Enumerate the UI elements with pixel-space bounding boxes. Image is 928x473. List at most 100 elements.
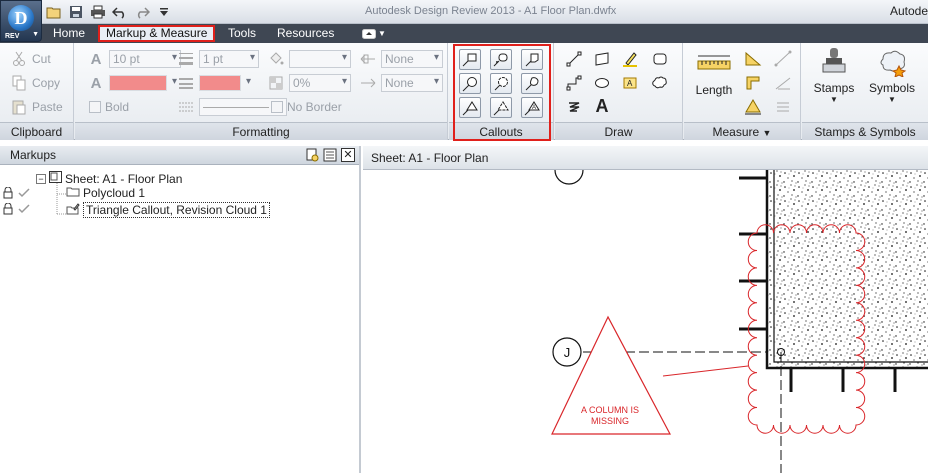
collapse-icon[interactable]: − xyxy=(36,173,46,184)
arrow-start-value: None xyxy=(385,52,414,66)
drawing-view[interactable]: Sheet: A1 - Floor Plan J A COLUMN IS MIS… xyxy=(363,146,928,473)
ribbon-minimize-button[interactable]: ▼ xyxy=(362,28,386,39)
bold-checkbox-row[interactable]: Bold xyxy=(89,97,129,117)
markup-properties-icon[interactable] xyxy=(305,148,319,162)
tab-markup-measure[interactable]: Markup & Measure xyxy=(98,25,216,42)
window-title: Autodesk Design Review 2013 - A1 Floor P… xyxy=(365,5,617,17)
text-highlight-tool-button[interactable]: A xyxy=(619,72,641,93)
measure-panel-label: Measure xyxy=(712,125,760,139)
arrow-start-select[interactable]: None xyxy=(381,50,443,68)
save-icon[interactable] xyxy=(68,4,84,20)
text-color-control: A xyxy=(87,73,177,93)
triangle-cloud-callout-button[interactable] xyxy=(490,97,512,118)
arrow-end-select[interactable]: None xyxy=(381,74,443,92)
triangle-text-callout-button[interactable]: A xyxy=(521,97,543,118)
print-icon[interactable] xyxy=(90,4,106,20)
angle-tool-button[interactable] xyxy=(742,48,764,69)
application-menu-button[interactable]: D REV ▼ xyxy=(0,0,42,42)
area-polygon-icon xyxy=(745,98,761,114)
fill-control xyxy=(267,49,351,69)
floor-plan-canvas[interactable]: J A COLUMN IS MISSING xyxy=(363,170,928,473)
bold-label: Bold xyxy=(105,100,130,114)
line-color-swatch[interactable] xyxy=(199,75,251,91)
ellipse-cloud-callout-button[interactable] xyxy=(490,73,512,94)
check-icon[interactable] xyxy=(18,203,30,218)
bold-checkbox[interactable] xyxy=(89,101,101,113)
symbols-button[interactable]: Symbols ▼ xyxy=(866,47,918,104)
polyline-tool-button[interactable] xyxy=(563,72,585,93)
callouts-panel: A Callouts xyxy=(449,43,554,140)
folder-icon xyxy=(66,186,80,200)
markup-list-icon[interactable] xyxy=(323,148,337,162)
qat-dropdown-icon[interactable] xyxy=(156,4,172,20)
line-weight-icon xyxy=(177,50,195,68)
stamps-button[interactable]: Stamps ▼ xyxy=(810,47,858,104)
text-tool-button[interactable]: A xyxy=(591,96,613,117)
callout-text-line-2: MISSING xyxy=(591,416,629,426)
item-status-icons xyxy=(3,202,30,218)
transparency-select[interactable]: 0% xyxy=(289,74,351,92)
length-button[interactable]: Length xyxy=(692,53,736,97)
tree-item-polycloud[interactable]: Polycloud 1 xyxy=(66,186,145,200)
check-icon[interactable] xyxy=(18,187,30,202)
line-weight-select[interactable]: 1 pt xyxy=(199,50,259,68)
calibrate-tool-button[interactable] xyxy=(772,48,794,69)
paste-button[interactable]: Paste xyxy=(10,97,63,117)
open-folder-icon[interactable] xyxy=(46,4,62,20)
area-tool-button[interactable] xyxy=(742,72,764,93)
rectangle-callout-button[interactable] xyxy=(459,49,481,70)
area-polygon-tool-button[interactable] xyxy=(742,96,764,117)
cut-button[interactable]: Cut xyxy=(10,49,51,69)
redo-icon[interactable] xyxy=(134,4,150,20)
rounded-rect-tool-button[interactable] xyxy=(649,48,671,69)
ellipse-tool-button[interactable] xyxy=(591,72,613,93)
triangle-callout-icon xyxy=(462,100,478,115)
highlighter-tool-button[interactable] xyxy=(619,48,641,69)
undo-icon[interactable] xyxy=(112,4,128,20)
polycloud-callout-icon xyxy=(525,76,539,90)
cloud-callout-button[interactable] xyxy=(490,49,512,70)
polycloud-callout-button[interactable] xyxy=(521,73,543,94)
measure-settings-button[interactable] xyxy=(772,72,794,93)
no-border-checkbox[interactable] xyxy=(271,101,283,113)
tree-item-sheet[interactable]: − Sheet: A1 - Floor Plan xyxy=(36,171,182,186)
cloud-callout-icon xyxy=(493,53,508,66)
transparency-control: 0% xyxy=(267,73,351,93)
freehand-tool-button[interactable] xyxy=(563,96,585,117)
no-border-checkbox-row[interactable]: No Border xyxy=(271,97,342,117)
svg-text:A: A xyxy=(532,105,536,111)
rectangle-tool-button[interactable] xyxy=(591,48,613,69)
chevron-down-icon: ▼ xyxy=(830,95,838,104)
fill-select[interactable] xyxy=(289,50,351,68)
lock-icon[interactable] xyxy=(3,186,13,202)
tab-home[interactable]: Home xyxy=(47,25,91,42)
tab-resources[interactable]: Resources xyxy=(271,25,340,42)
cut-label: Cut xyxy=(32,52,51,66)
sheet-icon xyxy=(49,171,62,186)
copy-label: Copy xyxy=(32,76,61,90)
svg-text:A: A xyxy=(627,79,633,88)
clipboard-panel-title: Clipboard xyxy=(0,122,73,140)
text-color-swatch[interactable] xyxy=(109,75,177,91)
measure-panel-title[interactable]: Measure ▼ xyxy=(684,122,800,140)
lock-icon[interactable] xyxy=(3,202,13,218)
chevron-down-icon: ▼ xyxy=(762,128,772,138)
tree-item-triangle-callout[interactable]: Triangle Callout, Revision Cloud 1 xyxy=(66,202,270,218)
cloud-tool-button[interactable] xyxy=(649,72,671,93)
stamp-icon xyxy=(822,48,846,73)
markups-pane-title: Markups xyxy=(10,148,57,162)
markups-pane-header: Markups ✕ xyxy=(0,146,359,165)
close-icon[interactable]: ✕ xyxy=(341,148,355,162)
triangle-callout-button[interactable] xyxy=(459,97,481,118)
ellipse-icon xyxy=(595,77,609,88)
ellipse-callout-button[interactable] xyxy=(459,73,481,94)
line-tool-button[interactable] xyxy=(563,48,585,69)
title-bar: Autodesk Design Review 2013 - A1 Floor P… xyxy=(0,0,928,24)
font-size-select[interactable]: 10 pt xyxy=(109,50,181,68)
copy-button[interactable]: Copy xyxy=(10,73,60,93)
tab-tools[interactable]: Tools xyxy=(222,25,262,42)
ellipse-callout-icon xyxy=(462,76,477,91)
measure-list-button[interactable] xyxy=(772,96,794,117)
polygon-callout-button[interactable] xyxy=(521,49,543,70)
triangle-text-callout-icon: A xyxy=(524,100,540,115)
